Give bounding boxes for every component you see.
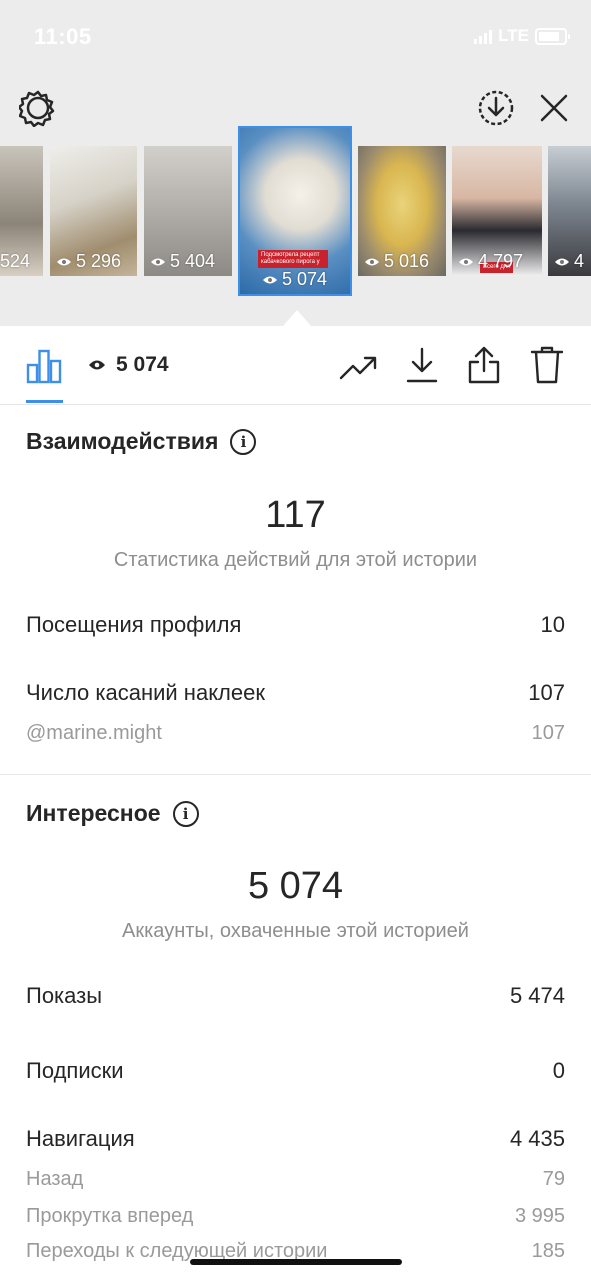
thumbnail-views: 524: [0, 251, 31, 271]
stat-value: 185: [531, 1240, 565, 1262]
battery-icon: [535, 27, 570, 45]
stat-subrow: @marine.might 107: [26, 722, 565, 745]
share-icon[interactable]: [464, 344, 504, 386]
stat-label: Подписки: [26, 1058, 124, 1083]
info-icon[interactable]: i: [172, 800, 199, 827]
eye-icon: [263, 276, 277, 283]
eye-icon: [555, 258, 569, 265]
stat-row: Показы 5 474: [26, 983, 565, 1009]
stat-row: Навигация 4 435: [26, 1126, 565, 1152]
stat-label: Навигация: [26, 1126, 135, 1151]
info-icon[interactable]: i: [230, 428, 257, 455]
stat-value: 10: [540, 612, 565, 637]
stat-value: 3 995: [514, 1205, 565, 1227]
thumbnail-views: 5 404: [150, 251, 215, 272]
stat-label: Назад: [26, 1168, 84, 1190]
thumbnail-views: 4 797: [458, 251, 523, 272]
stat-label: Число касаний наклеек: [26, 680, 265, 705]
download-icon[interactable]: [402, 345, 442, 385]
interactions-total: 117: [265, 494, 326, 536]
story-thumbnail[interactable]: 524: [0, 146, 43, 276]
selection-pointer: [283, 310, 311, 326]
discovery-subtitle: Аккаунты, охваченные этой историей: [122, 920, 469, 942]
bar-chart-icon[interactable]: [24, 346, 64, 386]
section-divider: [0, 774, 591, 775]
stat-label: Прокрутка вперед: [26, 1205, 194, 1227]
eye-icon: [151, 258, 165, 265]
trending-icon[interactable]: [338, 347, 378, 387]
interactions-heading: Взаимодействия i: [26, 428, 257, 455]
eye-icon: [57, 258, 71, 265]
story-caption: Подсмотрела рецепт кабачкового пирога у: [258, 250, 328, 268]
discovery-heading: Интересное i: [26, 800, 199, 827]
stat-row: Подписки 0: [26, 1058, 565, 1084]
stat-value: 4 435: [509, 1126, 565, 1151]
discovery-total: 5 074: [247, 865, 344, 907]
close-icon[interactable]: [534, 88, 574, 128]
stat-value: 0: [552, 1058, 565, 1083]
thumbnail-views: 5 074: [262, 269, 327, 290]
eye-icon: [89, 360, 105, 370]
stat-label: Показы: [26, 983, 103, 1008]
story-thumbnail[interactable]: 5 016: [358, 146, 446, 276]
story-thumbnail[interactable]: Всего дня 4 797: [452, 146, 542, 276]
stat-value: 107: [528, 680, 565, 705]
active-tab-indicator: [26, 400, 63, 403]
interactions-subtitle: Статистика действий для этой истории: [113, 549, 478, 571]
gear-icon[interactable]: [18, 88, 58, 128]
status-indicators: LTE: [474, 26, 570, 46]
views-count: 5 074: [88, 353, 169, 377]
story-thumbnail[interactable]: 5 296: [50, 146, 137, 276]
status-bar: 11:05 LTE: [0, 0, 591, 72]
eye-icon: [365, 258, 379, 265]
thumbnail-views: 4: [554, 251, 584, 272]
thumbnail-views: 5 016: [364, 251, 429, 272]
stat-value: 79: [542, 1168, 565, 1190]
thumbnail-views: 5 296: [56, 251, 121, 272]
signal-icon: [474, 28, 493, 44]
stat-value: 5 474: [509, 983, 565, 1008]
story-thumbnail-selected[interactable]: Подсмотрела рецепт кабачкового пирога у …: [238, 126, 352, 296]
home-indicator[interactable]: [190, 1259, 402, 1265]
eye-icon: [459, 258, 473, 265]
discovery-title: Интересное: [26, 800, 161, 826]
stat-row: Число касаний наклеек 107: [26, 680, 565, 706]
network-label: LTE: [498, 26, 529, 45]
download-circle-icon[interactable]: [476, 88, 516, 128]
stat-label: Посещения профиля: [26, 612, 242, 637]
stat-subrow: Прокрутка вперед 3 995: [26, 1205, 565, 1228]
stat-label[interactable]: @marine.might: [26, 722, 162, 745]
stat-subrow: Назад 79: [26, 1168, 565, 1191]
trash-icon[interactable]: [527, 344, 567, 386]
story-thumbnail[interactable]: 5 404: [144, 146, 232, 276]
story-thumbnail[interactable]: 4: [548, 146, 591, 276]
status-time: 11:05: [34, 24, 92, 49]
stat-value: 107: [531, 722, 565, 744]
stat-row: Посещения профиля 10: [26, 612, 565, 638]
views-count-value: 5 074: [116, 353, 169, 376]
interactions-title: Взаимодействия: [26, 428, 219, 454]
